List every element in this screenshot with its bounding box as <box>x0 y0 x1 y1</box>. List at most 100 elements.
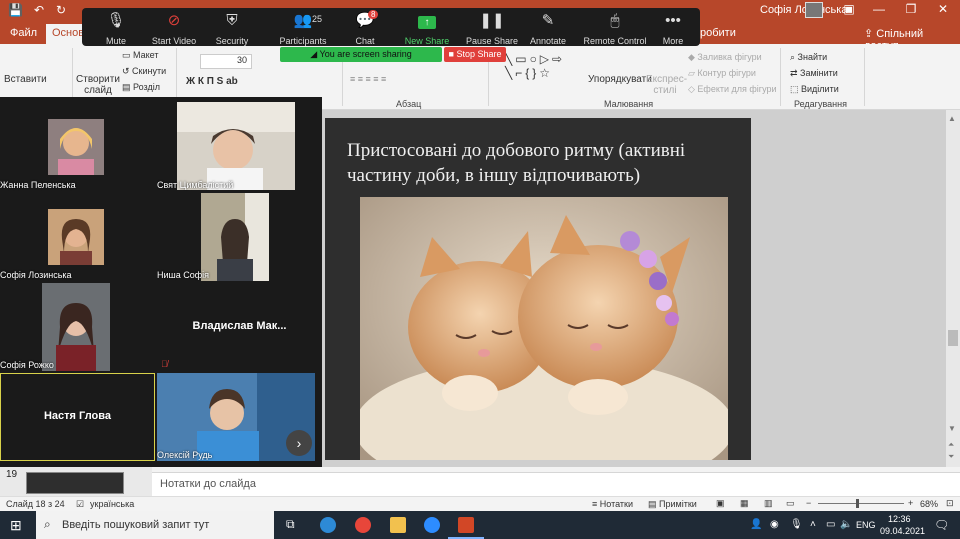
notifications-icon[interactable]: 🗨 <box>934 518 949 532</box>
participants-button[interactable]: 👥 25 Participants <box>270 12 336 46</box>
participant-name: Настя Глова <box>43 410 112 422</box>
zoom-level[interactable]: 68% <box>920 499 938 509</box>
participant-tile[interactable]: Софія Лозинська <box>0 193 155 281</box>
scroll-down-icon[interactable]: ▼ <box>948 424 956 433</box>
clock-time[interactable]: 12:36 <box>888 514 911 524</box>
undo-icon[interactable]: ↶ <box>34 3 44 17</box>
redo-icon[interactable]: ↻ <box>56 3 66 17</box>
prev-slide-icon[interactable]: ⏶ <box>948 440 954 450</box>
stop-share-button[interactable]: ■ Stop Share <box>444 47 506 62</box>
font-format-buttons[interactable]: Ж К П S ab <box>186 76 238 87</box>
windows-start-icon[interactable]: ⊞ <box>10 517 22 534</box>
shapes-gallery[interactable]: ╲▭○▷⇨ ╲⌐{}☆ <box>505 52 585 92</box>
new-share-button[interactable]: ↑ New Share <box>394 12 460 46</box>
clock-date[interactable]: 09.04.2021 <box>880 526 925 536</box>
zoom-in-icon[interactable]: + <box>908 498 913 508</box>
autosave-icon[interactable]: 💾 <box>8 3 23 17</box>
next-page-button[interactable]: › <box>286 430 312 456</box>
participants-icon: 👥 <box>293 12 313 29</box>
annotate-button[interactable]: ✎ Annotate <box>514 12 582 46</box>
restore-icon[interactable]: ❐ <box>900 2 922 16</box>
file-explorer-icon[interactable] <box>390 517 406 533</box>
video-feed <box>177 102 295 190</box>
shape-fill-button[interactable]: ◆ Заливка фігури <box>688 52 762 63</box>
remote-control-button[interactable]: 🖱 Remote Control <box>578 12 652 46</box>
participants-count: 25 <box>312 14 323 24</box>
network-icon[interactable]: ▭ <box>826 519 835 530</box>
select-button[interactable]: ⬚ Виділити <box>790 84 839 95</box>
notes-toggle-button[interactable]: ≡ Нотатки <box>592 499 633 509</box>
ribbon-display-icon[interactable]: ▣ <box>838 2 860 16</box>
comments-button[interactable]: ▤ Примітки <box>648 499 697 510</box>
powerpoint-icon[interactable] <box>458 517 474 533</box>
notes-pane[interactable]: Нотатки до слайда <box>152 472 960 496</box>
zoom-app-icon[interactable] <box>424 517 440 533</box>
fit-to-window-icon[interactable]: ⊡ <box>946 498 954 509</box>
scroll-thumb[interactable] <box>948 330 958 346</box>
reading-view-icon[interactable]: ▥ <box>764 498 773 509</box>
kittens-photo[interactable] <box>360 197 728 460</box>
zoom-out-icon[interactable]: − <box>806 498 811 508</box>
taskbar-search-box[interactable]: ⌕ Введіть пошуковий запит тут <box>36 511 274 539</box>
next-slide-icon[interactable]: ⏷ <box>948 452 954 462</box>
comments-label: Примітки <box>659 499 697 509</box>
participant-tile[interactable]: Ниша Софія <box>157 193 322 281</box>
slide-title[interactable]: Пристосовані до добового ритму (активні … <box>347 138 737 188</box>
reset-label: Скинути <box>132 66 167 76</box>
find-button[interactable]: ⌕ Знайти <box>790 52 827 63</box>
tab-file[interactable]: Файл <box>10 27 37 39</box>
user-name: Софія Лозинська <box>760 4 848 16</box>
people-icon[interactable]: 👤 <box>750 519 762 530</box>
font-size-input[interactable]: 30 <box>200 54 252 69</box>
layout-button[interactable]: ▭ Макет <box>122 50 159 61</box>
comment-icon: ▤ <box>648 499 660 509</box>
chevron-up-icon[interactable]: ˄ <box>810 519 816 530</box>
notes-toggle-label: Нотатки <box>599 499 633 509</box>
mic-icon[interactable]: 🎙 <box>790 519 803 530</box>
more-label: More <box>662 36 684 46</box>
zoom-slider[interactable] <box>818 503 904 504</box>
reset-button[interactable]: ↺ Скинути <box>122 66 166 77</box>
scroll-up-icon[interactable]: ▲ <box>948 114 956 123</box>
participant-name: Свят Цимбалістий <box>157 180 234 190</box>
current-slide[interactable]: Пристосовані до добового ритму (активні … <box>325 118 751 460</box>
shape-effects-label: Ефекти для фігури <box>697 84 777 94</box>
replace-button[interactable]: ⇄ Замінити <box>790 68 838 79</box>
quick-styles-button[interactable]: Експрес-стилі <box>646 74 687 96</box>
language-indicator[interactable]: ENG <box>856 520 876 530</box>
volume-icon[interactable]: 🔈 <box>840 519 852 530</box>
participant-tile[interactable]: Жанна Пеленська <box>0 97 155 191</box>
participant-tile[interactable]: Настя Глова <box>0 373 155 461</box>
task-view-icon[interactable]: ⧉ <box>286 517 295 532</box>
chrome-icon[interactable] <box>355 517 371 533</box>
participant-tile[interactable]: Свят Цимбалістий <box>157 97 322 191</box>
language-label[interactable]: українська <box>90 499 134 509</box>
slide-sorter-icon[interactable]: ▦ <box>740 498 749 509</box>
paste-button[interactable]: Вставити <box>4 74 47 85</box>
zoom-slider-thumb[interactable] <box>856 499 859 508</box>
participant-tile[interactable]: Владислав Мак... 🎙̸ <box>157 283 322 371</box>
close-icon[interactable]: ✕ <box>932 2 954 16</box>
arrange-button[interactable]: Упорядкувати <box>588 74 652 85</box>
avatar[interactable] <box>805 2 823 18</box>
shape-outline-button[interactable]: ▱ Контур фігури <box>688 68 756 79</box>
security-button[interactable]: ⛨ Security <box>198 12 266 46</box>
section-button[interactable]: ▤ Розділ <box>122 82 160 93</box>
normal-view-icon[interactable]: ▣ <box>716 498 725 509</box>
spellcheck-icon[interactable]: ☑ <box>76 499 84 510</box>
person-video-image <box>177 102 295 190</box>
minimize-icon[interactable]: — <box>868 2 890 16</box>
new-slide-button[interactable]: Створити слайд <box>76 74 120 96</box>
edge-icon[interactable] <box>320 517 336 533</box>
search-placeholder: Введіть пошуковий запит тут <box>62 519 210 531</box>
more-button[interactable]: ••• More <box>648 12 698 46</box>
slide-thumbnail[interactable] <box>26 472 124 494</box>
participant-tile[interactable]: Софія Рожко <box>0 283 155 371</box>
slideshow-icon[interactable]: ▭ <box>786 498 795 509</box>
align-buttons[interactable]: ≡ ≡ ≡ ≡ ≡ <box>350 74 386 84</box>
camera-icon[interactable]: ◉ <box>770 519 779 530</box>
vertical-scrollbar[interactable]: ▲ ▼ ⏶ ⏷ <box>946 110 960 467</box>
tab-record[interactable]: робити <box>700 27 736 39</box>
chat-button[interactable]: 💬 8 Chat <box>340 10 390 46</box>
shape-effects-button[interactable]: ◇ Ефекти для фігури <box>688 84 777 95</box>
